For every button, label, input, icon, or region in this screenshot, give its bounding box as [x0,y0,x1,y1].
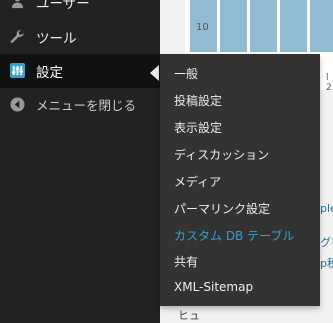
menu-item-settings[interactable]: 設定 [0,54,160,88]
chart-tick-label: l 2 [326,73,332,93]
menu-item-tools[interactable]: ツール [0,20,160,53]
submenu-item-discussion[interactable]: ディスカッション [174,146,269,163]
menu-item-users[interactable]: ユーザー [0,0,160,18]
chart-bar [220,0,247,52]
collapse-menu-button[interactable]: メニューを閉じる [0,88,160,121]
submenu-item-writing[interactable]: 投稿設定 [174,92,222,109]
submenu-item-reading[interactable]: 表示設定 [174,119,222,136]
chart-bar [250,0,277,52]
submenu-item-media[interactable]: メディア [174,173,221,190]
settings-sliders-icon [10,63,25,78]
menu-item-label: 設定 [36,65,63,81]
submenu-item-sharing[interactable]: 共有 [174,253,198,270]
menu-item-label: ユーザー [36,0,90,12]
chart-bar [310,0,333,52]
submenu-item-xml-sitemap[interactable]: XML-Sitemap [174,280,253,294]
settings-submenu: 一般 投稿設定 表示設定 ディスカッション メディア パーマリンク設定 カスタム… [160,54,320,306]
background-link-text[interactable]: ple [320,202,333,215]
background-link-text[interactable]: グを [320,234,333,250]
collapse-arrow-icon [10,97,25,112]
chart-bar [280,0,307,52]
menu-item-label: メニューを閉じる [36,98,137,113]
admin-sidebar: ユーザー ツール 設定 メニューを閉じる [0,0,160,323]
menu-item-label: ツール [36,30,77,47]
submenu-item-general[interactable]: 一般 [174,65,198,82]
wrench-icon [10,30,24,43]
users-icon [11,0,24,9]
background-link-text[interactable]: p税 [320,255,333,271]
submenu-item-custom-db-tables[interactable]: カスタム DB テーブル [174,227,294,244]
submenu-item-permalinks[interactable]: パーマリンク設定 [174,200,270,217]
flyout-pointer [150,65,159,81]
chart-axis-label: 10 [196,22,209,33]
background-section-label: ヒュ [178,309,200,322]
